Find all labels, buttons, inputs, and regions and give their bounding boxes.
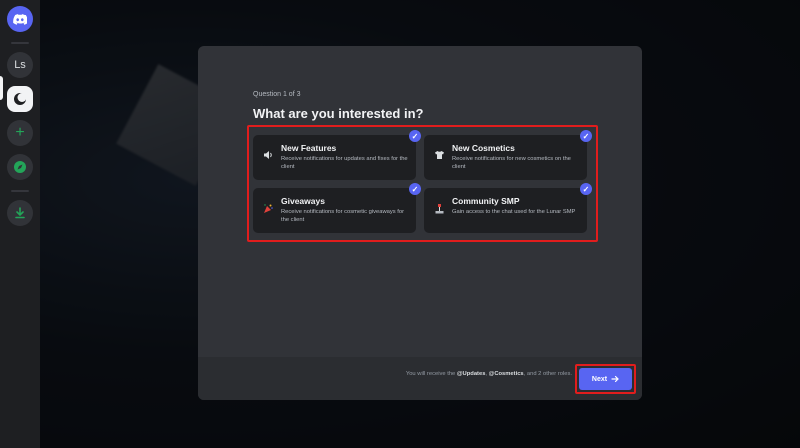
speaker-icon: [262, 150, 274, 162]
roles-summary: You will receive the @Updates, @Cosmetic…: [402, 370, 572, 378]
arrow-right-icon: [611, 375, 619, 383]
pickaxe-icon: [433, 203, 445, 215]
checkmark-icon: ✓: [580, 130, 592, 142]
next-label: Next: [591, 375, 608, 383]
server-rail: Ls +: [0, 0, 40, 448]
option-title: New Features: [281, 143, 337, 153]
explore-servers-button[interactable]: [7, 154, 33, 180]
option-description: Gain access to the chat used for the Lun…: [452, 209, 576, 215]
shirt-icon: [433, 150, 445, 162]
option-giveaways[interactable]: Giveaways Receive notifications for cosm…: [253, 183, 421, 233]
checkmark-icon: ✓: [409, 130, 421, 142]
gift-icon: [262, 203, 274, 215]
question-title: What are you interested in?: [253, 106, 424, 121]
compass-icon: [14, 161, 26, 173]
option-community-smp[interactable]: Community SMP Gain access to the chat us…: [424, 183, 592, 233]
checkmark-icon: ✓: [409, 183, 421, 195]
roles-prefix: You will receive the: [405, 371, 457, 377]
add-server-icon: +: [15, 124, 25, 141]
lunar-server-icon: [14, 93, 27, 105]
role-cosmetics: @Cosmetics: [488, 371, 524, 377]
server-icon-lunar[interactable]: [7, 86, 33, 112]
rail-divider: [11, 42, 29, 44]
next-button[interactable]: Next: [579, 368, 632, 390]
checkmark-icon: ✓: [580, 183, 592, 195]
discord-logo-icon: [13, 13, 27, 25]
server-icon-ls[interactable]: Ls: [7, 52, 33, 78]
active-server-pill: [0, 76, 3, 100]
download-icon: [15, 207, 25, 219]
option-description: Receive notifications for new cosmetics …: [452, 156, 571, 170]
question-counter: Question 1 of 3: [253, 91, 301, 98]
discord-home-button[interactable]: [7, 6, 33, 32]
option-title: Community SMP: [452, 196, 520, 206]
option-new-features[interactable]: New Features Receive notifications for u…: [253, 130, 421, 180]
onboarding-modal: Question 1 of 3 What are you interested …: [198, 46, 642, 400]
option-title: Giveaways: [281, 196, 325, 206]
option-new-cosmetics[interactable]: New Cosmetics Receive notifications for …: [424, 130, 592, 180]
download-apps-button[interactable]: [7, 200, 33, 226]
option-title: New Cosmetics: [452, 143, 515, 153]
option-description: Receive notifications for cosmetic givea…: [281, 209, 405, 223]
server-label: Ls: [14, 59, 26, 71]
role-updates: @Updates: [456, 371, 486, 377]
option-description: Receive notifications for updates and fi…: [281, 156, 408, 170]
roles-suffix: , and 2 other roles.: [523, 371, 572, 377]
add-server-button[interactable]: +: [7, 120, 33, 146]
rail-divider: [11, 190, 29, 192]
